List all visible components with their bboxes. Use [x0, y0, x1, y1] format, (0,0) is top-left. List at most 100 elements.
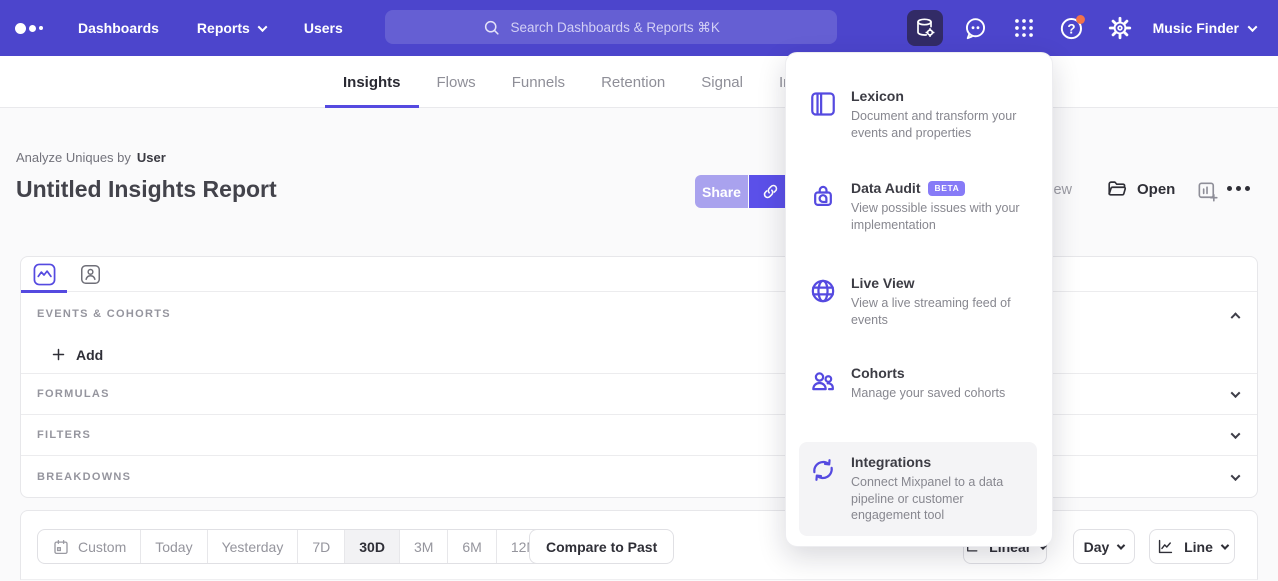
nav-users[interactable]: Users — [304, 20, 343, 36]
share-button[interactable]: Share — [695, 175, 748, 208]
section-filters[interactable]: FILTERS — [21, 415, 1257, 456]
integrations-sync-icon — [809, 456, 837, 484]
menu-item-integrations[interactable]: Integrations Connect Mixpanel to a data … — [799, 442, 1037, 536]
logo-dot — [39, 26, 43, 30]
section-label: EVENTS & COHORTS — [37, 308, 171, 320]
range-6m[interactable]: 6M — [448, 530, 496, 563]
tab-retention[interactable]: Retention — [583, 56, 683, 108]
project-name: Music Finder — [1153, 20, 1239, 36]
tab-flows[interactable]: Flows — [419, 56, 494, 108]
report-tabs: Insights Flows Funnels Retention Signal … — [325, 56, 842, 108]
range-today[interactable]: Today — [141, 530, 207, 563]
project-selector[interactable]: Music Finder — [1153, 20, 1256, 36]
chevron-down-icon[interactable] — [1231, 471, 1241, 481]
mixpanel-logo[interactable] — [15, 0, 43, 56]
chart-toolbar-card: Custom Today Yesterday 7D 30D 3M 6M 12M … — [20, 510, 1258, 580]
chart-type-select[interactable]: Line — [1149, 529, 1235, 564]
menu-item-live-view[interactable]: Live View View a live streaming feed of … — [799, 263, 1037, 340]
menu-item-title: Data Audit — [851, 180, 920, 196]
line-chart-tab-icon — [33, 263, 56, 286]
analysis-subtitle: Analyze Uniques by User — [16, 150, 166, 165]
nav-reports[interactable]: Reports — [197, 20, 266, 36]
chevron-down-icon — [1117, 541, 1125, 549]
tab-metrics-view[interactable] — [21, 257, 67, 292]
logo-dot — [29, 25, 36, 32]
section-events-cohorts[interactable]: EVENTS & COHORTS — [21, 292, 1257, 336]
report-tabbar: Insights Flows Funnels Retention Signal … — [0, 56, 1278, 108]
search-input[interactable] — [511, 20, 741, 35]
menu-item-description: Connect Mixpanel to a data pipeline or c… — [851, 474, 1027, 524]
add-to-board-button[interactable] — [1196, 180, 1219, 203]
section-label: BREAKDOWNS — [37, 471, 131, 483]
tab-signal[interactable]: Signal — [683, 56, 761, 108]
global-search[interactable] — [385, 10, 837, 44]
menu-item-description: Manage your saved cohorts — [851, 385, 1027, 402]
app-window: Dashboards Reports Users — [0, 0, 1278, 581]
data-audit-icon — [809, 182, 837, 210]
folder-icon — [1106, 178, 1128, 200]
nav-dashboards[interactable]: Dashboards — [78, 20, 159, 36]
section-breakdowns[interactable]: BREAKDOWNS — [21, 456, 1257, 497]
topbar-icon-cluster: ? Music Finder — [907, 0, 1278, 56]
line-chart-icon — [1156, 537, 1175, 556]
menu-item-cohorts[interactable]: Cohorts Manage your saved cohorts — [799, 353, 1037, 414]
link-icon — [761, 182, 780, 201]
nav-reports-label: Reports — [197, 20, 250, 36]
chevron-down-icon[interactable] — [1231, 429, 1241, 439]
person-tab-icon — [80, 264, 101, 285]
help-button[interactable]: ? — [1057, 13, 1087, 43]
menu-item-title: Cohorts — [851, 365, 905, 381]
chevron-up-icon[interactable] — [1231, 312, 1241, 322]
menu-item-title: Lexicon — [851, 88, 904, 104]
menu-item-title: Integrations — [851, 454, 931, 470]
tab-insights[interactable]: Insights — [325, 56, 419, 108]
logo-dot — [15, 23, 26, 34]
range-30d[interactable]: 30D — [345, 530, 400, 563]
beta-badge: BETA — [928, 181, 965, 196]
range-3m[interactable]: 3M — [400, 530, 448, 563]
open-label: Open — [1137, 181, 1175, 198]
section-label: FORMULAS — [37, 388, 110, 400]
data-management-dropdown: Lexicon Document and transform your even… — [785, 52, 1053, 547]
gear-icon — [1107, 15, 1133, 41]
menu-item-description: View possible issues with your implement… — [851, 200, 1027, 233]
settings-button[interactable] — [1105, 13, 1135, 43]
menu-item-title: Live View — [851, 275, 915, 291]
menu-item-lexicon[interactable]: Lexicon Document and transform your even… — [799, 76, 1037, 153]
plus-icon — [51, 347, 66, 362]
range-custom[interactable]: Custom — [38, 530, 141, 563]
subtitle-entity[interactable]: User — [137, 150, 166, 165]
live-view-globe-icon — [809, 277, 837, 305]
query-builder-card: EVENTS & COHORTS Add FORMULAS FILTERS BR… — [20, 256, 1258, 498]
calendar-icon — [52, 538, 70, 556]
add-label: Add — [76, 347, 103, 363]
top-navigation-bar: Dashboards Reports Users — [0, 0, 1278, 56]
chevron-down-icon[interactable] — [1231, 388, 1241, 398]
chart-type-label: Line — [1184, 539, 1213, 555]
feedback-button[interactable] — [961, 13, 991, 43]
granularity-label: Day — [1084, 539, 1110, 555]
subtitle-prefix: Analyze Uniques by — [16, 150, 131, 165]
chevron-down-icon — [1248, 22, 1258, 32]
more-options-button[interactable] — [1227, 186, 1250, 191]
primary-nav: Dashboards Reports Users — [78, 0, 343, 56]
open-report-button[interactable]: Open — [1106, 178, 1175, 200]
range-yesterday[interactable]: Yesterday — [208, 530, 299, 563]
compare-to-past-button[interactable]: Compare to Past — [529, 529, 674, 564]
apps-grid-button[interactable] — [1009, 13, 1039, 43]
granularity-select[interactable]: Day — [1073, 529, 1135, 564]
tab-users-view[interactable] — [67, 257, 113, 292]
chat-bubble-icon — [962, 15, 989, 42]
section-formulas[interactable]: FORMULAS — [21, 374, 1257, 415]
menu-item-data-audit[interactable]: Data Audit BETA View possible issues with… — [799, 168, 1037, 245]
search-icon — [482, 18, 501, 37]
share-group: Share — [695, 175, 791, 208]
help-icon: ? — [1058, 14, 1086, 42]
range-7d[interactable]: 7D — [298, 530, 345, 563]
nav-dashboards-label: Dashboards — [78, 20, 159, 36]
page-title[interactable]: Untitled Insights Report — [16, 176, 277, 203]
add-event-button[interactable]: Add — [21, 336, 1257, 374]
section-label: FILTERS — [37, 429, 91, 441]
data-management-button[interactable] — [907, 10, 943, 46]
tab-funnels[interactable]: Funnels — [494, 56, 583, 108]
